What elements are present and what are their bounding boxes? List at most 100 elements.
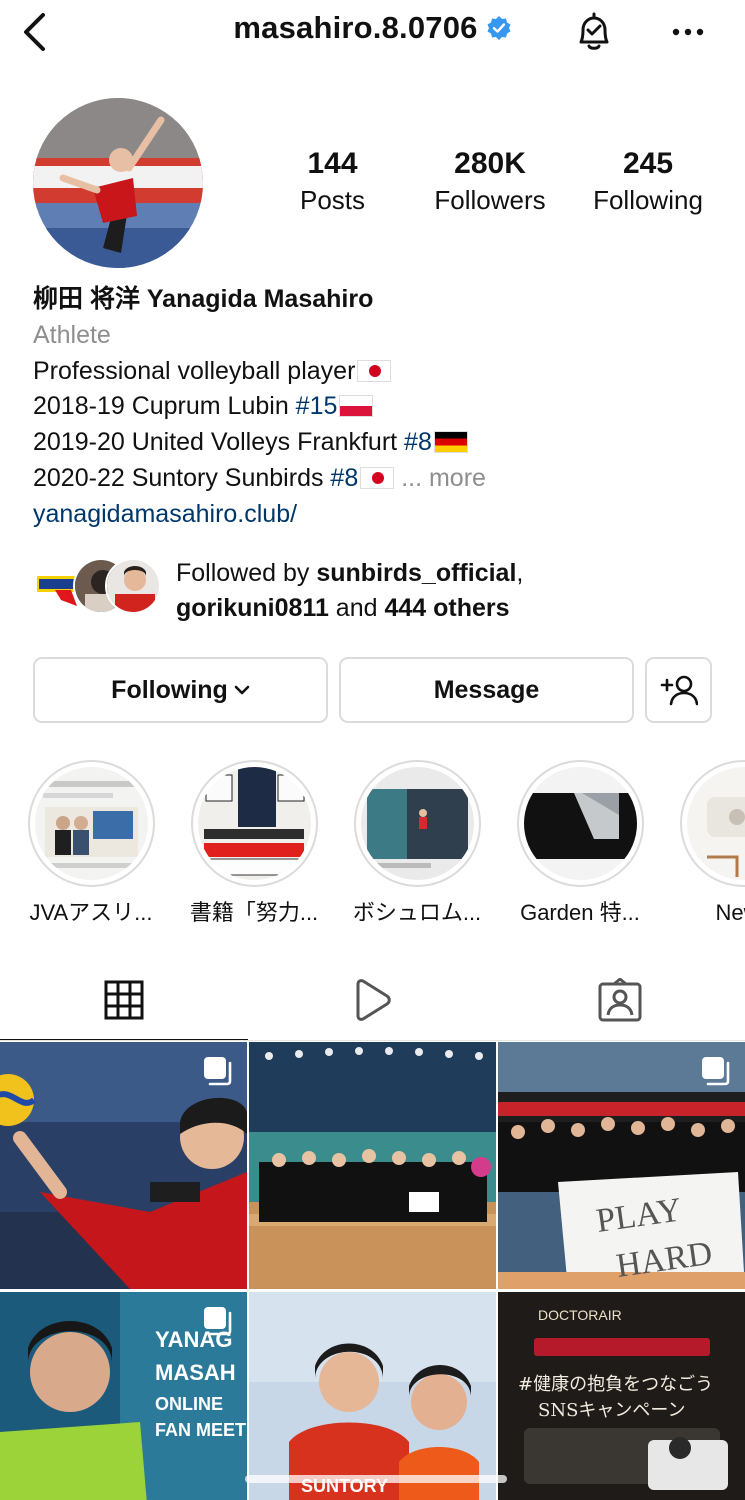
reels-play-icon xyxy=(356,979,391,1021)
highlight-item[interactable]: ボシュロム... xyxy=(337,760,497,927)
tagged-person-icon xyxy=(598,978,642,1022)
highlight-ring xyxy=(679,760,745,887)
highlight-item[interactable]: New i xyxy=(663,760,745,927)
germany-flag-icon xyxy=(433,431,468,454)
post-image xyxy=(249,1042,496,1289)
post-thumbnail[interactable] xyxy=(0,1042,247,1289)
highlight-label: New i xyxy=(715,900,745,925)
profile-tabs xyxy=(0,960,745,1041)
japan-flag-icon xyxy=(357,359,392,382)
message-button-label: Message xyxy=(433,675,540,704)
followed-by-prefix: Followed by xyxy=(176,559,317,587)
avatar-photo xyxy=(33,98,203,268)
profile-stats: 144 Posts 280K Followers 245 Following xyxy=(250,145,730,225)
add-user-icon xyxy=(660,675,698,706)
following-label: Following xyxy=(593,185,703,215)
highlight-ring xyxy=(190,760,318,887)
highlight-cover xyxy=(360,767,474,880)
followers-label: Followers xyxy=(434,185,546,215)
profile-username: masahiro.8.0706 xyxy=(233,10,478,45)
bell-check-icon xyxy=(579,12,609,50)
bio-ellipsis: ... xyxy=(401,463,423,492)
verified-badge-icon xyxy=(487,16,511,40)
bio-website-link[interactable]: yanagidamasahiro.club/ xyxy=(33,497,733,533)
notifications-button[interactable] xyxy=(570,8,618,56)
highlight-cover xyxy=(197,767,311,880)
post-overlay-text: MASAH xyxy=(155,1360,236,1385)
post-overlay-text: #健康の抱負をつなごう xyxy=(518,1374,713,1395)
post-overlay-text: DOCTORAIR xyxy=(538,1307,622,1323)
followed-by-text: Followed by sunbirds_official, gorikuni0… xyxy=(176,556,523,626)
tab-reels[interactable] xyxy=(248,960,496,1040)
posts-label: Posts xyxy=(299,185,366,215)
back-chevron-icon xyxy=(24,13,45,51)
highlight-cover-image xyxy=(197,767,311,880)
highlight-cover xyxy=(523,767,637,880)
bio-more-link[interactable]: more xyxy=(429,464,486,492)
bio-line-4-text: 2020-22 Suntory Sunbirds xyxy=(33,463,331,492)
mutual-avatars xyxy=(33,558,163,618)
multiple-images-icon xyxy=(204,1057,232,1086)
mutual-avatar-photo xyxy=(107,560,159,612)
post-overlay-text: ONLINE xyxy=(155,1394,223,1414)
back-button[interactable] xyxy=(14,10,54,54)
post-thumbnail[interactable]: YANAG MASAH ONLINE FAN MEET xyxy=(0,1292,247,1500)
highlight-cover-image xyxy=(360,767,474,880)
message-button[interactable]: Message xyxy=(339,657,634,723)
bio-line-4: 2020-22 Suntory Sunbirds #8 ... more xyxy=(33,461,733,497)
more-options-button[interactable] xyxy=(664,10,712,54)
highlight-item[interactable]: JVAアスリ... xyxy=(11,760,171,927)
highlight-cover-image xyxy=(523,767,637,880)
mutual-avatar-other xyxy=(105,558,161,614)
followed-by-others[interactable]: 444 others xyxy=(384,594,509,622)
following-stat[interactable]: 245 Following xyxy=(583,145,713,217)
followed-by-user-1[interactable]: sunbirds_official xyxy=(316,559,516,587)
following-count: 245 xyxy=(622,147,674,180)
profile-bio: 柳田 将洋 Yanagida Masahiro Athlete Professi… xyxy=(33,282,733,533)
multiple-images-icon xyxy=(204,1307,232,1336)
top-bar: masahiro.8.0706 xyxy=(0,0,745,70)
chevron-down-icon xyxy=(234,685,250,695)
hashtag-8-frankfurt[interactable]: #8 xyxy=(404,428,432,456)
highlight-label: JVAアスリ... xyxy=(29,900,153,925)
story-highlights: JVAアスリ... 書籍「努力... ボシュロム... Garden 特... … xyxy=(0,760,745,930)
hashtag-8-suntory[interactable]: #8 xyxy=(330,464,358,492)
followed-by-section[interactable]: Followed by sunbirds_official, gorikuni0… xyxy=(33,556,733,626)
followed-by-comma: , xyxy=(516,559,524,587)
profile-category: Athlete xyxy=(33,320,111,349)
highlight-label: 書籍「努力... xyxy=(189,900,319,925)
highlight-label: ボシュロム... xyxy=(352,900,482,925)
highlight-cover xyxy=(686,767,745,880)
post-thumbnail[interactable] xyxy=(249,1042,496,1289)
bio-line-1-text: Professional volleyball player xyxy=(33,356,356,385)
post-thumbnail[interactable]: PLAY HARD xyxy=(498,1042,745,1289)
multiple-images-icon xyxy=(702,1057,730,1086)
post-thumbnail[interactable]: SUNTORY xyxy=(249,1292,496,1500)
poland-flag-icon xyxy=(339,395,374,418)
highlight-ring xyxy=(27,760,155,887)
suggested-users-button[interactable] xyxy=(645,657,712,723)
post-image: DOCTORAIR #健康の抱負をつなごう SNSキャンペーン xyxy=(498,1292,745,1500)
highlight-cover-image xyxy=(686,767,745,880)
followed-by-and: and xyxy=(328,594,385,622)
tab-posts-grid[interactable] xyxy=(0,960,248,1041)
highlight-cover-image xyxy=(34,767,148,880)
tabs-divider xyxy=(0,1040,745,1041)
bio-line-3: 2019-20 United Volleys Frankfurt #8 xyxy=(33,425,733,461)
followed-by-user-2[interactable]: gorikuni0811 xyxy=(176,594,329,622)
following-button[interactable]: Following xyxy=(33,657,328,723)
followers-stat[interactable]: 280K Followers xyxy=(420,145,560,217)
grid-icon xyxy=(104,980,144,1020)
posts-count: 144 xyxy=(307,147,358,180)
highlight-item[interactable]: 書籍「努力... xyxy=(174,760,334,927)
profile-avatar[interactable] xyxy=(33,98,203,268)
more-horizontal-icon xyxy=(672,28,704,36)
post-thumbnail[interactable]: DOCTORAIR #健康の抱負をつなごう SNSキャンペーン xyxy=(498,1292,745,1500)
bio-line-1: Professional volleyball player xyxy=(33,354,733,390)
tab-tagged[interactable] xyxy=(496,960,744,1040)
bio-line-2: 2018-19 Cuprum Lubin #15 xyxy=(33,389,733,425)
posts-stat[interactable]: 144 Posts xyxy=(280,145,385,217)
highlight-item[interactable]: Garden 特... xyxy=(500,760,660,927)
hashtag-15[interactable]: #15 xyxy=(296,392,338,420)
following-button-label: Following xyxy=(111,675,228,704)
